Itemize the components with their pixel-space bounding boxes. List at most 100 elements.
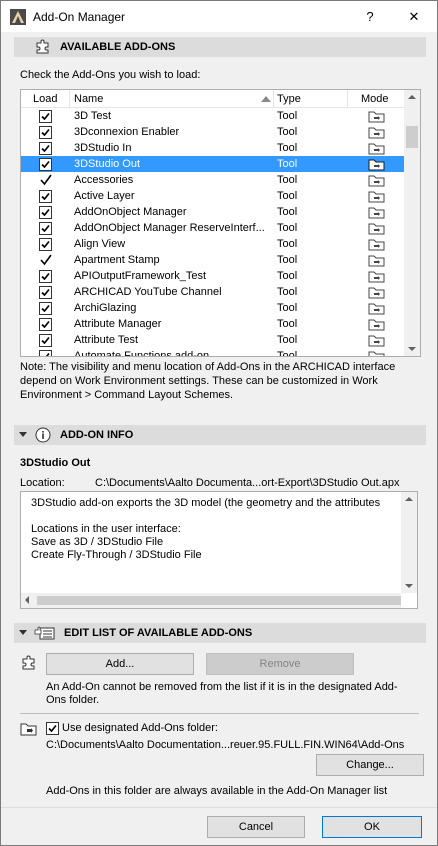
mode-folder-icon[interactable]: [368, 110, 386, 123]
close-button[interactable]: ✕: [399, 5, 429, 29]
help-button[interactable]: ?: [355, 5, 385, 29]
addon-name: Attribute Test: [74, 334, 138, 346]
puzzle-icon: [36, 39, 49, 54]
checkmark-icon: [41, 112, 50, 121]
available-addons-header[interactable]: AVAILABLE ADD-ONS: [14, 37, 426, 57]
scroll-down-arrow-icon[interactable]: [408, 347, 416, 351]
load-checkbox[interactable]: [39, 158, 52, 171]
list-item[interactable]: Align View Tool: [21, 236, 404, 252]
addon-info-header[interactable]: ADD-ON INFO: [14, 425, 426, 445]
addon-type: Tool: [277, 190, 298, 202]
addon-type: Tool: [277, 174, 298, 186]
addon-type: Tool: [277, 350, 298, 357]
mode-folder-icon[interactable]: [368, 158, 386, 171]
list-item[interactable]: Apartment Stamp Tool: [21, 252, 404, 268]
checkmark-icon: [41, 272, 50, 281]
load-checkbox[interactable]: [39, 190, 52, 203]
edit-list-header[interactable]: EDIT LIST OF AVAILABLE ADD-ONS: [14, 623, 426, 643]
list-item[interactable]: 3DStudio In Tool: [21, 140, 404, 156]
tick-icon[interactable]: [40, 253, 52, 267]
column-name[interactable]: Name: [74, 93, 103, 105]
load-checkbox[interactable]: [39, 126, 52, 139]
desc-h-scroll-thumb[interactable]: [37, 596, 401, 605]
description-horizontal-scrollbar[interactable]: [21, 593, 401, 608]
mode-folder-icon[interactable]: [368, 286, 386, 299]
mode-folder-icon[interactable]: [368, 350, 386, 357]
desc-scroll-up-icon[interactable]: [405, 497, 413, 501]
list-item[interactable]: AddOnObject Manager Tool: [21, 204, 404, 220]
column-mode[interactable]: Mode: [361, 93, 389, 105]
list-item[interactable]: Accessories Tool: [21, 172, 404, 188]
checkmark-icon: [41, 128, 50, 137]
list-item[interactable]: Attribute Test Tool: [21, 332, 404, 348]
mode-folder-icon[interactable]: [368, 334, 386, 347]
mode-folder-icon[interactable]: [368, 270, 386, 283]
list-vertical-scrollbar[interactable]: [404, 90, 420, 356]
mode-folder-icon[interactable]: [368, 318, 386, 331]
desc-scroll-left-icon[interactable]: [25, 596, 29, 604]
scroll-thumb[interactable]: [406, 126, 418, 148]
list-item[interactable]: 3DStudio Out Tool: [21, 156, 404, 172]
load-checkbox[interactable]: [39, 142, 52, 155]
tick-icon[interactable]: [40, 173, 52, 187]
mode-folder-icon[interactable]: [368, 142, 386, 155]
use-folder-label[interactable]: Use designated Add-Ons folder:: [62, 722, 218, 734]
load-checkbox[interactable]: [39, 334, 52, 347]
addon-type: Tool: [277, 206, 298, 218]
addon-name: AddOnObject Manager: [74, 206, 187, 218]
load-checkbox[interactable]: [39, 270, 52, 283]
load-checkbox[interactable]: [39, 206, 52, 219]
folder-icon: [20, 723, 37, 736]
load-checkbox[interactable]: [39, 222, 52, 235]
edit-list-icon: [34, 626, 55, 640]
mode-folder-icon[interactable]: [368, 174, 386, 187]
change-button[interactable]: Change...: [316, 754, 424, 776]
load-checkbox[interactable]: [39, 318, 52, 331]
ok-button[interactable]: OK: [322, 816, 422, 838]
list-item[interactable]: AddOnObject Manager ReserveInterf... Tool: [21, 220, 404, 236]
description-vertical-scrollbar[interactable]: [401, 492, 417, 593]
list-item[interactable]: ArchiGlazing Tool: [21, 300, 404, 316]
addon-type: Tool: [277, 318, 298, 330]
mode-folder-icon[interactable]: [368, 190, 386, 203]
visibility-note: Note: The visibility and menu location o…: [20, 361, 396, 401]
sort-ascending-icon: [261, 96, 271, 102]
list-item[interactable]: ARCHICAD YouTube Channel Tool: [21, 284, 404, 300]
mode-folder-icon[interactable]: [368, 254, 386, 267]
cancel-button[interactable]: Cancel: [207, 816, 305, 838]
load-checkbox[interactable]: [39, 110, 52, 123]
addon-name: Active Layer: [74, 190, 135, 202]
location-label: Location:: [20, 477, 65, 489]
load-checkbox[interactable]: [39, 286, 52, 299]
mode-folder-icon[interactable]: [368, 206, 386, 219]
addons-list[interactable]: Load Name Type Mode 3D Test Tool 3Dconnexi…: [20, 89, 421, 357]
list-item[interactable]: Attribute Manager Tool: [21, 316, 404, 332]
column-type[interactable]: Type: [277, 93, 301, 105]
remove-button[interactable]: Remove: [206, 653, 354, 675]
load-checkbox[interactable]: [39, 238, 52, 251]
list-item[interactable]: 3Dconnexion Enabler Tool: [21, 124, 404, 140]
selected-addon-name: 3DStudio Out: [20, 457, 91, 469]
list-item[interactable]: 3D Test Tool: [21, 108, 404, 124]
remove-note: An Add-On cannot be removed from the lis…: [46, 681, 398, 706]
footer-divider: [1, 807, 437, 808]
edit-list-title: EDIT LIST OF AVAILABLE ADD-ONS: [64, 627, 253, 639]
desc-scroll-down-icon[interactable]: [405, 584, 413, 588]
list-item[interactable]: APIOutputFramework_Test Tool: [21, 268, 404, 284]
list-item[interactable]: Automate Functions add-on Tool: [21, 348, 404, 357]
load-checkbox[interactable]: [39, 350, 52, 356]
use-folder-checkbox[interactable]: [46, 722, 59, 735]
addon-type: Tool: [277, 302, 298, 314]
addon-type: Tool: [277, 126, 298, 138]
scroll-up-arrow-icon[interactable]: [408, 95, 416, 99]
add-button[interactable]: Add...: [46, 653, 194, 675]
mode-folder-icon[interactable]: [368, 302, 386, 315]
mode-folder-icon[interactable]: [368, 238, 386, 251]
list-item[interactable]: Active Layer Tool: [21, 188, 404, 204]
description-box[interactable]: 3DStudio add-on exports the 3D model (th…: [20, 491, 418, 609]
load-checkbox[interactable]: [39, 302, 52, 315]
column-load[interactable]: Load: [33, 93, 57, 105]
mode-folder-icon[interactable]: [368, 222, 386, 235]
addon-type: Tool: [277, 254, 298, 266]
mode-folder-icon[interactable]: [368, 126, 386, 139]
